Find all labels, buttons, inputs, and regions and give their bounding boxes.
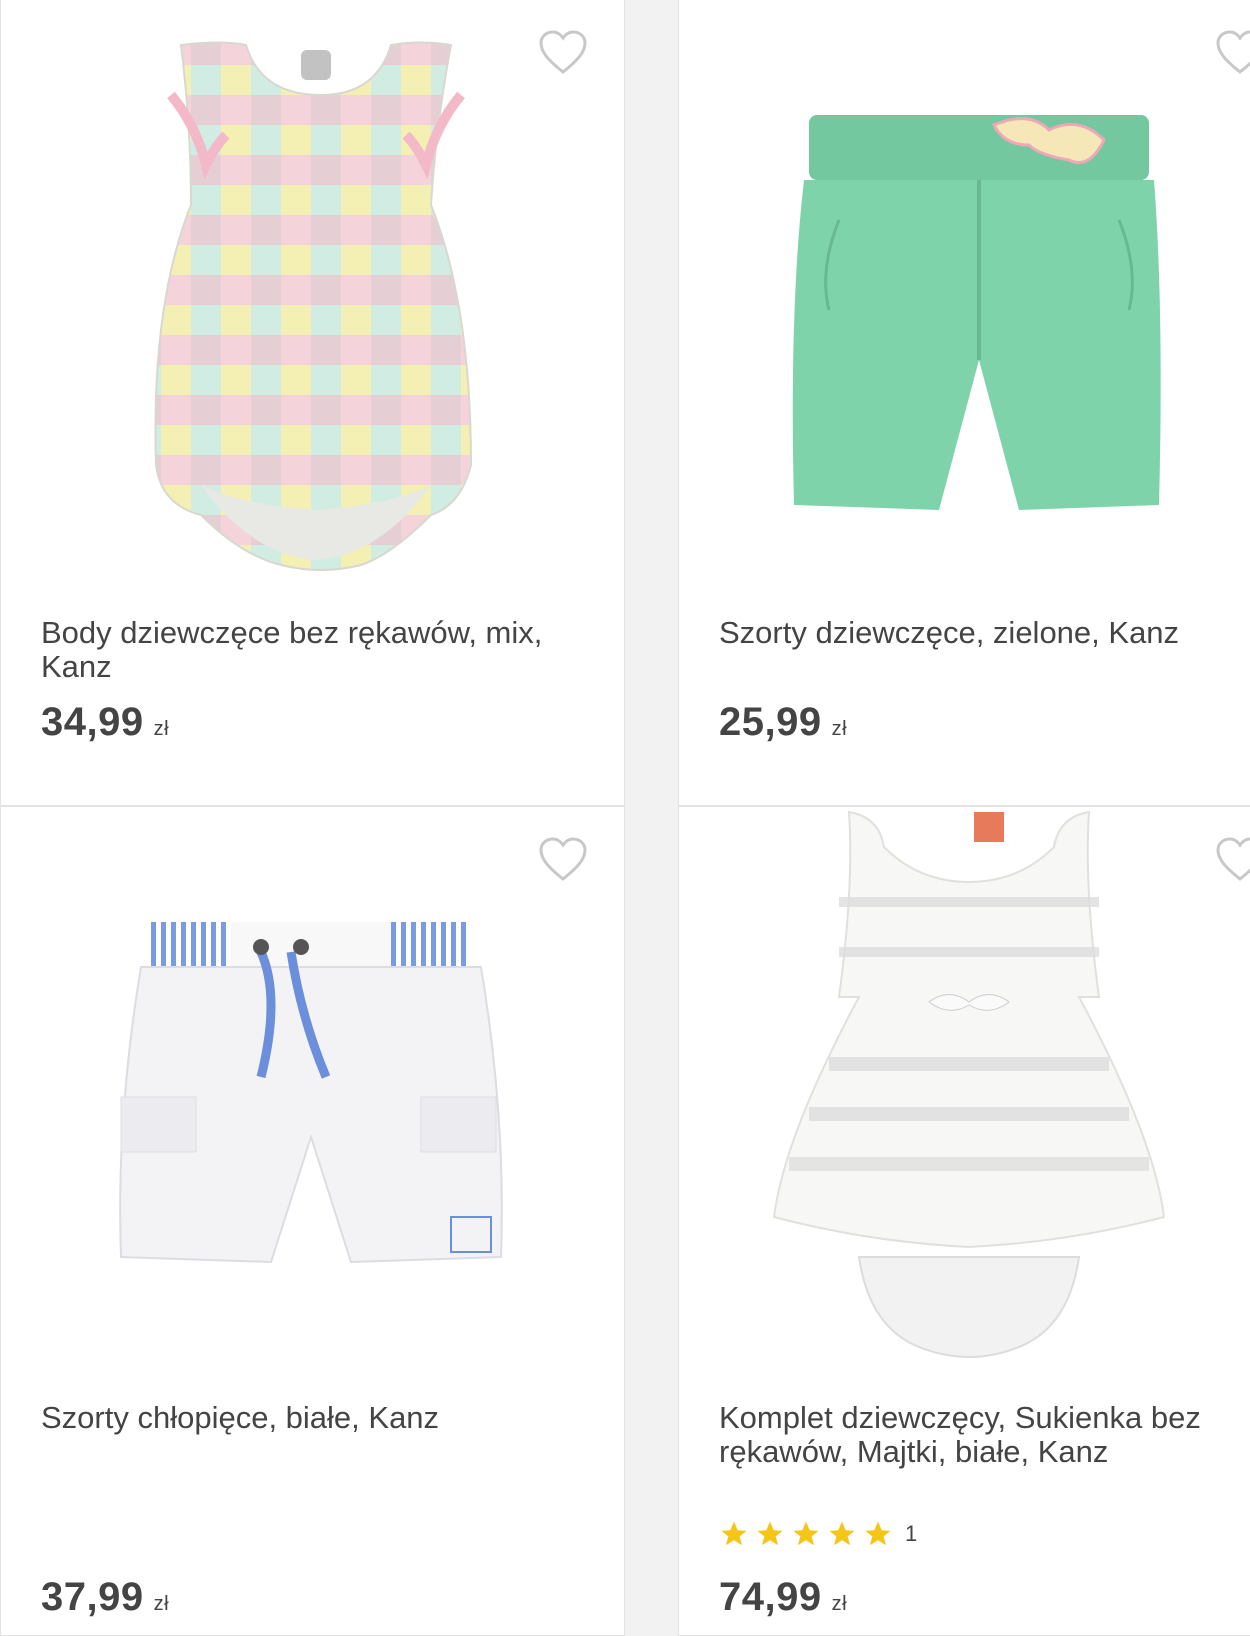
price-value: 74,99 [719, 1575, 822, 1619]
product-price: 34,99 zł [41, 700, 169, 745]
favorite-heart-icon[interactable] [1215, 30, 1250, 76]
currency: zł [153, 1593, 170, 1615]
product-price: 25,99 zł [719, 700, 847, 745]
price-value: 25,99 [719, 700, 822, 744]
product-title[interactable]: Szorty chłopięce, białe, Kanz [41, 1401, 601, 1435]
favorite-heart-icon[interactable] [1215, 837, 1250, 883]
favorite-heart-icon[interactable] [538, 837, 588, 883]
price-value: 34,99 [41, 700, 144, 744]
white-shorts-image[interactable] [111, 917, 511, 1277]
favorite-heart-icon[interactable] [538, 30, 588, 76]
star-icon [793, 1521, 819, 1546]
star-icon [865, 1521, 891, 1546]
product-price: 37,99 zł [41, 1575, 169, 1620]
white-dress-set-image[interactable] [769, 807, 1169, 1387]
gingham-bodysuit-image[interactable] [131, 35, 501, 595]
product-card[interactable]: Szorty chłopięce, białe, Kanz 37,99 zł [0, 806, 625, 1636]
product-price: 74,99 zł [719, 1575, 847, 1620]
star-icon [829, 1521, 855, 1546]
product-title[interactable]: Body dziewczęce bez rękawów, mix, Kanz [41, 616, 601, 684]
green-shorts-image[interactable] [779, 110, 1179, 530]
product-card[interactable]: Szorty dziewczęce, zielone, Kanz 25,99 zł [678, 0, 1250, 806]
product-title[interactable]: Szorty dziewczęce, zielone, Kanz [719, 616, 1250, 650]
currency: zł [831, 718, 848, 740]
rating-count: 1 [905, 1521, 918, 1546]
product-card[interactable]: Body dziewczęce bez rękawów, mix, Kanz 3… [0, 0, 625, 806]
price-value: 37,99 [41, 1575, 144, 1619]
currency: zł [831, 1593, 848, 1615]
currency: zł [153, 718, 170, 740]
star-icon [757, 1521, 783, 1546]
product-card[interactable]: Komplet dziewczęcy, Sukienka bez rękawów… [678, 806, 1250, 1636]
rating-stars: 1 [719, 1519, 917, 1549]
star-icon [721, 1521, 747, 1546]
product-title[interactable]: Komplet dziewczęcy, Sukienka bez rękawów… [719, 1401, 1250, 1469]
